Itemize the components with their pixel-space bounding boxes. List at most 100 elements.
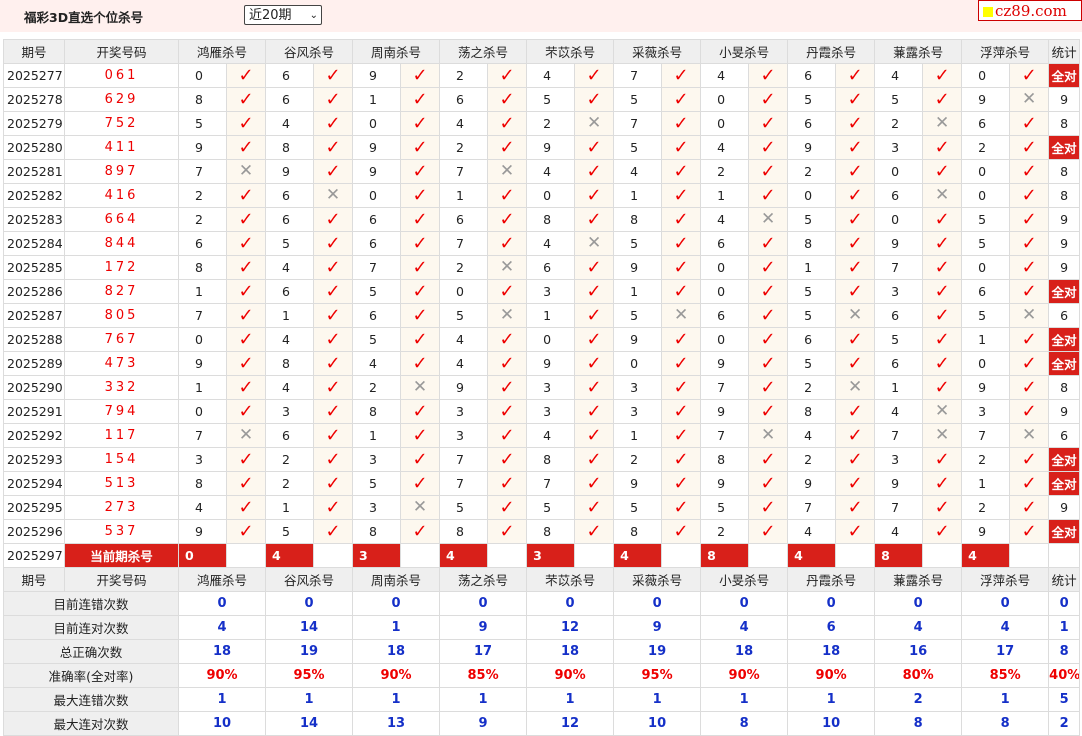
check-icon: ✓ <box>238 520 254 542</box>
result-cell: ✓ <box>313 255 354 280</box>
check-icon: ✓ <box>847 400 863 422</box>
table-row: 2025287 805 7 ✓ 1 ✓ 6 ✓ 5 ✕ 1 ✓ 5 ✕ 6 ✓ 5 ✕ 6 ✓ 5 ✕ 6 <box>3 303 1081 328</box>
stat-cell: 9 <box>1048 255 1081 280</box>
stats-value: 19 <box>613 639 702 664</box>
result-cell: ✓ <box>574 63 615 88</box>
check-icon: ✓ <box>847 136 863 158</box>
col-expert: 芣苡杀号 <box>526 39 615 64</box>
result-cell: ✓ <box>835 159 876 184</box>
check-icon: ✓ <box>934 304 950 326</box>
stats-value: 17 <box>961 639 1050 664</box>
check-icon: ✓ <box>1021 280 1037 302</box>
check-icon: ✓ <box>760 328 776 350</box>
kill-number: 0 <box>178 327 227 352</box>
stats-row: 目前连错次数 0 0 0 0 0 0 0 0 0 0 0 <box>3 591 1081 616</box>
result-cell: ✓ <box>748 111 789 136</box>
kill-number: 4 <box>526 63 576 88</box>
stats-value: 4 <box>177 615 267 640</box>
kill-number: 2 <box>787 159 837 184</box>
current-stat-cell <box>1048 543 1081 568</box>
result-cell: ✓ <box>400 399 441 424</box>
kill-number: 2 <box>439 63 489 88</box>
result-cell: ✓ <box>487 183 528 208</box>
check-icon: ✓ <box>412 184 428 206</box>
result-cell: ✓ <box>1009 375 1050 400</box>
result-cell: ✓ <box>400 63 441 88</box>
result-cell: ✓ <box>661 87 702 112</box>
check-icon: ✓ <box>412 88 428 110</box>
issue-cell: 2025285 <box>3 255 65 280</box>
kill-number: 6 <box>874 183 924 208</box>
kill-number: 5 <box>961 231 1011 256</box>
kill-number: 1 <box>439 183 489 208</box>
result-cell: ✓ <box>748 495 789 520</box>
stat-cell: 9 <box>1048 207 1081 232</box>
check-icon: ✓ <box>586 88 602 110</box>
result-cell: ✓ <box>313 375 354 400</box>
result-cell: ✓ <box>487 495 528 520</box>
kill-number: 5 <box>700 495 750 520</box>
kill-number: 3 <box>178 447 227 472</box>
draw-number: 332 <box>64 375 179 400</box>
stats-value: 18 <box>787 639 876 664</box>
kill-number: 3 <box>613 375 663 400</box>
kill-number: 2 <box>787 375 837 400</box>
kill-number: 4 <box>700 63 750 88</box>
result-cell: ✓ <box>835 207 876 232</box>
result-cell: ✕ <box>748 423 789 448</box>
result-cell: ✓ <box>487 279 528 304</box>
kill-number: 0 <box>787 183 837 208</box>
result-cell: ✓ <box>1009 255 1050 280</box>
result-cell: ✓ <box>487 351 528 376</box>
check-icon: ✓ <box>934 328 950 350</box>
stat-cell: 全对 <box>1048 351 1081 376</box>
table-row: 2025294 513 8 ✓ 2 ✓ 5 ✓ 7 ✓ 7 ✓ 9 ✓ 9 ✓ 9 ✓ 9 ✓ 1 ✓ 全对 <box>3 471 1081 496</box>
check-icon: ✓ <box>499 280 515 302</box>
period-select[interactable]: 近20期 ⌄ <box>244 5 322 25</box>
check-icon: ✓ <box>586 280 602 302</box>
col-expert: 谷风杀号 <box>265 39 354 64</box>
result-cell: ✓ <box>225 231 267 256</box>
result-cell: ✓ <box>487 231 528 256</box>
kill-number: 9 <box>700 471 750 496</box>
issue-cell: 2025280 <box>3 135 65 160</box>
check-icon: ✓ <box>412 448 428 470</box>
check-icon: ✓ <box>760 352 776 374</box>
issue-cell: 2025278 <box>3 87 65 112</box>
stat-cell: 全对 <box>1048 63 1081 88</box>
result-cell: ✓ <box>225 279 267 304</box>
kill-number: 8 <box>526 519 576 544</box>
stats-value: 2 <box>1048 711 1081 736</box>
kill-number: 5 <box>613 135 663 160</box>
result-cell: ✓ <box>922 375 963 400</box>
stats-value: 10 <box>613 711 702 736</box>
stat-cell: 9 <box>1048 87 1081 112</box>
result-cell: ✓ <box>835 183 876 208</box>
check-icon: ✓ <box>760 232 776 254</box>
check-icon: ✓ <box>1021 472 1037 494</box>
kill-number: 1 <box>265 303 315 328</box>
draw-number: 537 <box>64 519 179 544</box>
stats-value: 95% <box>613 663 702 688</box>
result-cell: ✓ <box>487 111 528 136</box>
kill-number: 2 <box>961 495 1011 520</box>
stats-value: 18 <box>177 639 267 664</box>
result-cell: ✓ <box>835 351 876 376</box>
site-logo-text: cz89.com <box>995 2 1067 20</box>
kill-number: 2 <box>439 135 489 160</box>
stats-label: 最大连对次数 <box>3 711 179 736</box>
stats-value: 19 <box>265 639 354 664</box>
stats-value: 0 <box>874 591 963 616</box>
check-icon: ✓ <box>325 64 341 86</box>
result-cell: ✓ <box>661 207 702 232</box>
kill-number: 6 <box>265 423 315 448</box>
current-kill-number: 3 <box>526 543 576 568</box>
stats-value: 2 <box>874 687 963 712</box>
result-cell: ✓ <box>400 111 441 136</box>
col-expert: 荡之杀号 <box>439 39 528 64</box>
check-icon: ✓ <box>760 160 776 182</box>
result-cell: ✕ <box>225 159 267 184</box>
check-icon: ✓ <box>238 184 254 206</box>
site-logo[interactable]: cz89.com <box>978 0 1082 21</box>
check-icon: ✓ <box>412 520 428 542</box>
